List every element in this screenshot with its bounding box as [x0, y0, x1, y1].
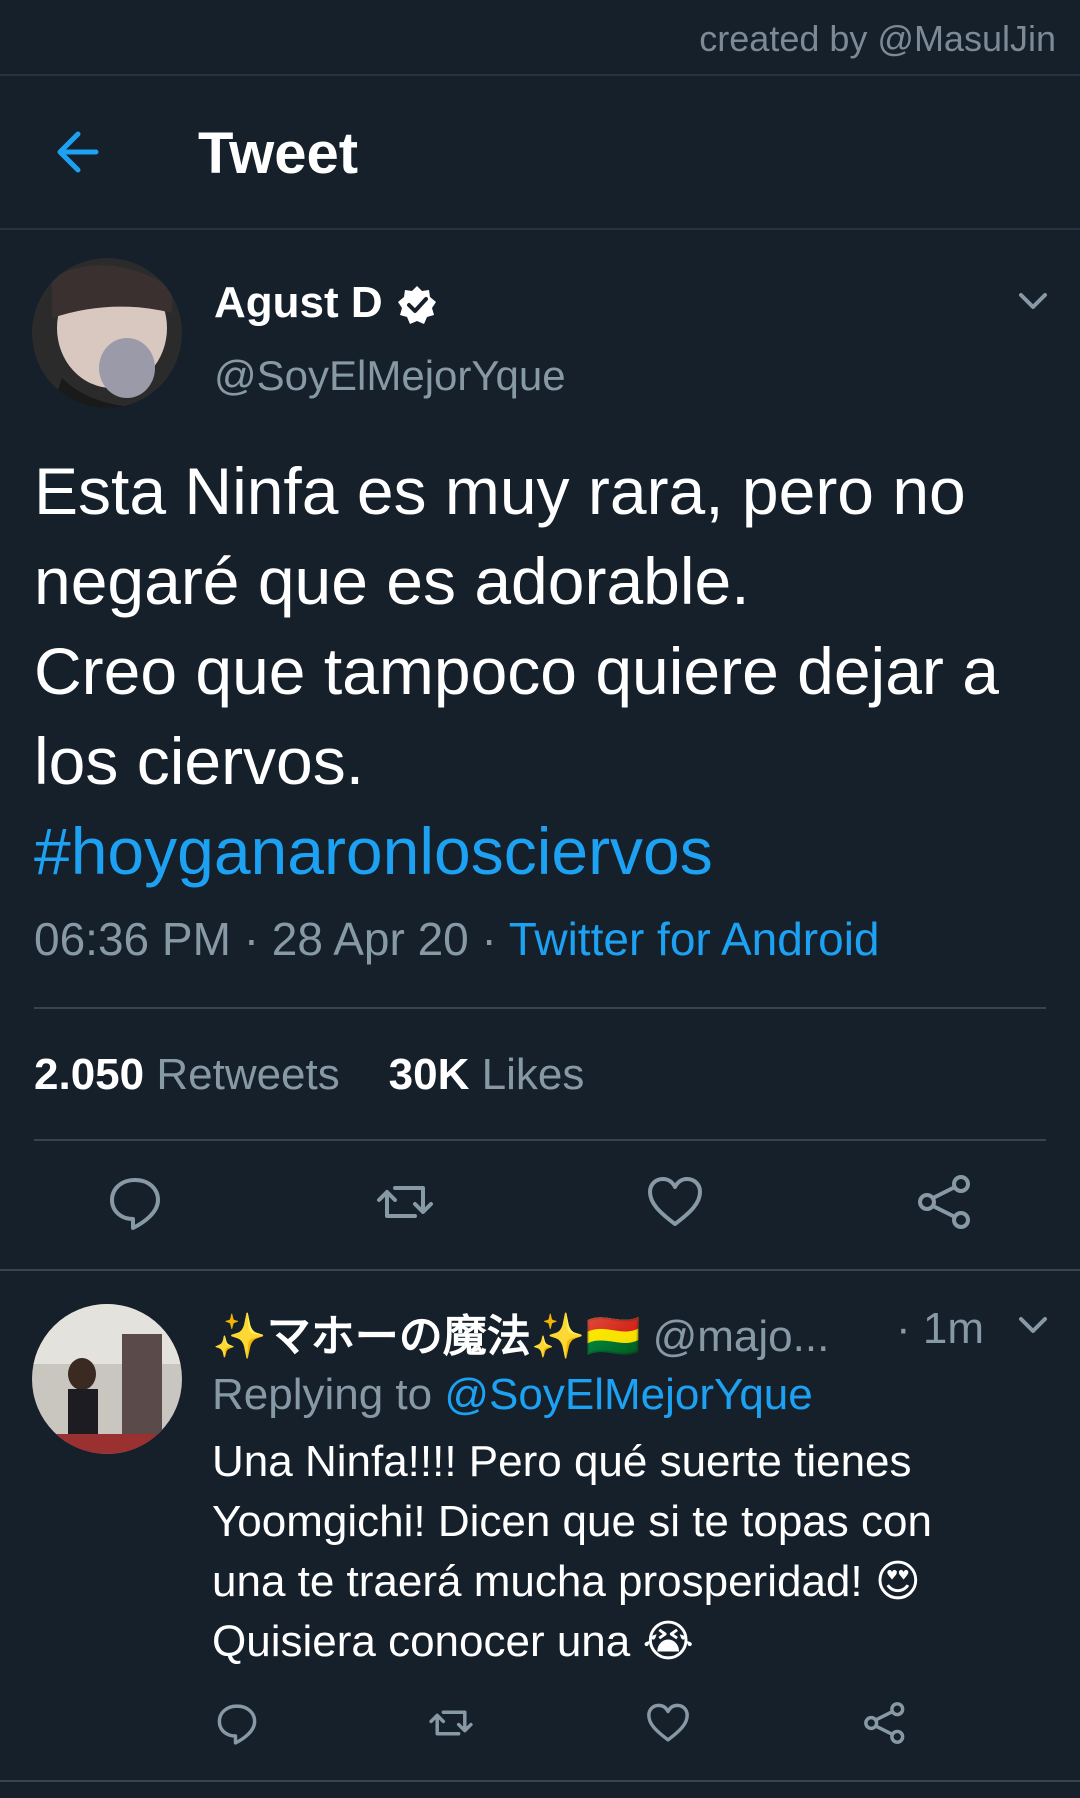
reply-text: Una Ninfa!!!! Pero qué suerte tienes Yoo… [212, 1432, 1052, 1672]
reply-header: ✨マホーの魔法✨🇧🇴 @majo... [212, 1300, 1012, 1364]
divider [34, 1007, 1046, 1009]
tweet-text-line: negaré que es adorable. [34, 544, 750, 618]
reply-text-line: Quisiera conocer una 😭 [212, 1617, 694, 1666]
watermark-text: created by @MasulJin [699, 18, 1056, 59]
share-button[interactable] [862, 1700, 908, 1746]
retweet-icon [377, 1186, 433, 1218]
retweets-count: 2.050 [34, 1050, 145, 1099]
meta-separator: · [481, 913, 497, 965]
reply-text-line: una te traerá mucha prosperidad! 😍 [212, 1557, 921, 1606]
watermark-bar: created by @MasulJin [0, 0, 1080, 76]
reply-author-name[interactable]: ✨マホーの魔法✨🇧🇴 [212, 1312, 640, 1361]
tweet-date: 28 Apr 20 [271, 913, 469, 965]
retweets-stat[interactable]: 2.050 Retweets [34, 1050, 340, 1099]
heart-icon [647, 1703, 689, 1742]
replying-to: Replying to @SoyElMejorYque [212, 1370, 813, 1420]
retweets-label: Retweets [156, 1050, 340, 1099]
like-button[interactable] [645, 1700, 691, 1746]
verified-badge-icon [396, 284, 438, 326]
heart-icon [648, 1177, 702, 1226]
tweet-stats: 2.050 Retweets 30K Likes [34, 1050, 584, 1100]
app-bar: Tweet [0, 76, 1080, 230]
author-avatar[interactable] [32, 258, 182, 408]
reply-text-line: Una Ninfa!!!! Pero qué suerte tienes [212, 1437, 912, 1486]
tweet-meta: 06:36 PM · 28 Apr 20 · Twitter for Andro… [34, 912, 880, 966]
back-arrow-icon[interactable] [48, 122, 108, 182]
retweet-icon [429, 1710, 473, 1736]
reply-text-line: Yoomgichi! Dicen que si te topas con [212, 1497, 932, 1546]
chevron-down-icon[interactable] [1013, 1305, 1053, 1345]
likes-stat[interactable]: 30K Likes [389, 1050, 585, 1099]
page-title: Tweet [198, 121, 359, 186]
tweet-text: Esta Ninfa es muy rara, pero no negaré q… [34, 446, 1054, 896]
tweet-text-line: Esta Ninfa es muy rara, pero no [34, 454, 966, 528]
retweet-button[interactable] [375, 1172, 435, 1232]
likes-label: Likes [481, 1050, 585, 1099]
author-name[interactable]: Agust D [214, 278, 383, 328]
share-icon [918, 1175, 970, 1229]
reply-button[interactable] [105, 1172, 165, 1232]
retweet-button[interactable] [428, 1700, 474, 1746]
divider [0, 1780, 1080, 1782]
divider [0, 1269, 1080, 1271]
share-icon [864, 1702, 905, 1744]
divider [34, 1139, 1046, 1141]
mention-link[interactable]: @SoyElMejorYque [444, 1370, 812, 1419]
tweet-source-link[interactable]: Twitter for Android [509, 913, 880, 965]
likes-count: 30K [388, 1050, 470, 1099]
share-button[interactable] [915, 1172, 975, 1232]
comment-icon [217, 1704, 257, 1745]
meta-separator: · [243, 913, 260, 965]
comment-icon [110, 1178, 160, 1230]
hashtag-link[interactable]: #hoyganaronlosciervos [34, 806, 1054, 896]
reply-avatar[interactable] [32, 1304, 182, 1454]
tweet-text-line: Creo que tampoco quiere dejar a [34, 634, 999, 708]
tweet-text-line: los ciervos. [34, 724, 365, 798]
reply-timestamp: · 1m [896, 1304, 984, 1353]
chevron-down-icon[interactable] [1013, 281, 1053, 321]
reply-button[interactable] [214, 1700, 260, 1746]
like-button[interactable] [645, 1172, 705, 1232]
tweet-time: 06:36 PM [34, 913, 231, 965]
reply-author-handle[interactable]: @majo... [653, 1312, 830, 1361]
tweet-detail-screen: created by @MasulJin Tweet Agust D @SoyE… [0, 0, 1080, 1798]
replying-prefix: Replying to [212, 1370, 433, 1419]
author-handle[interactable]: @SoyElMejorYque [214, 352, 566, 400]
